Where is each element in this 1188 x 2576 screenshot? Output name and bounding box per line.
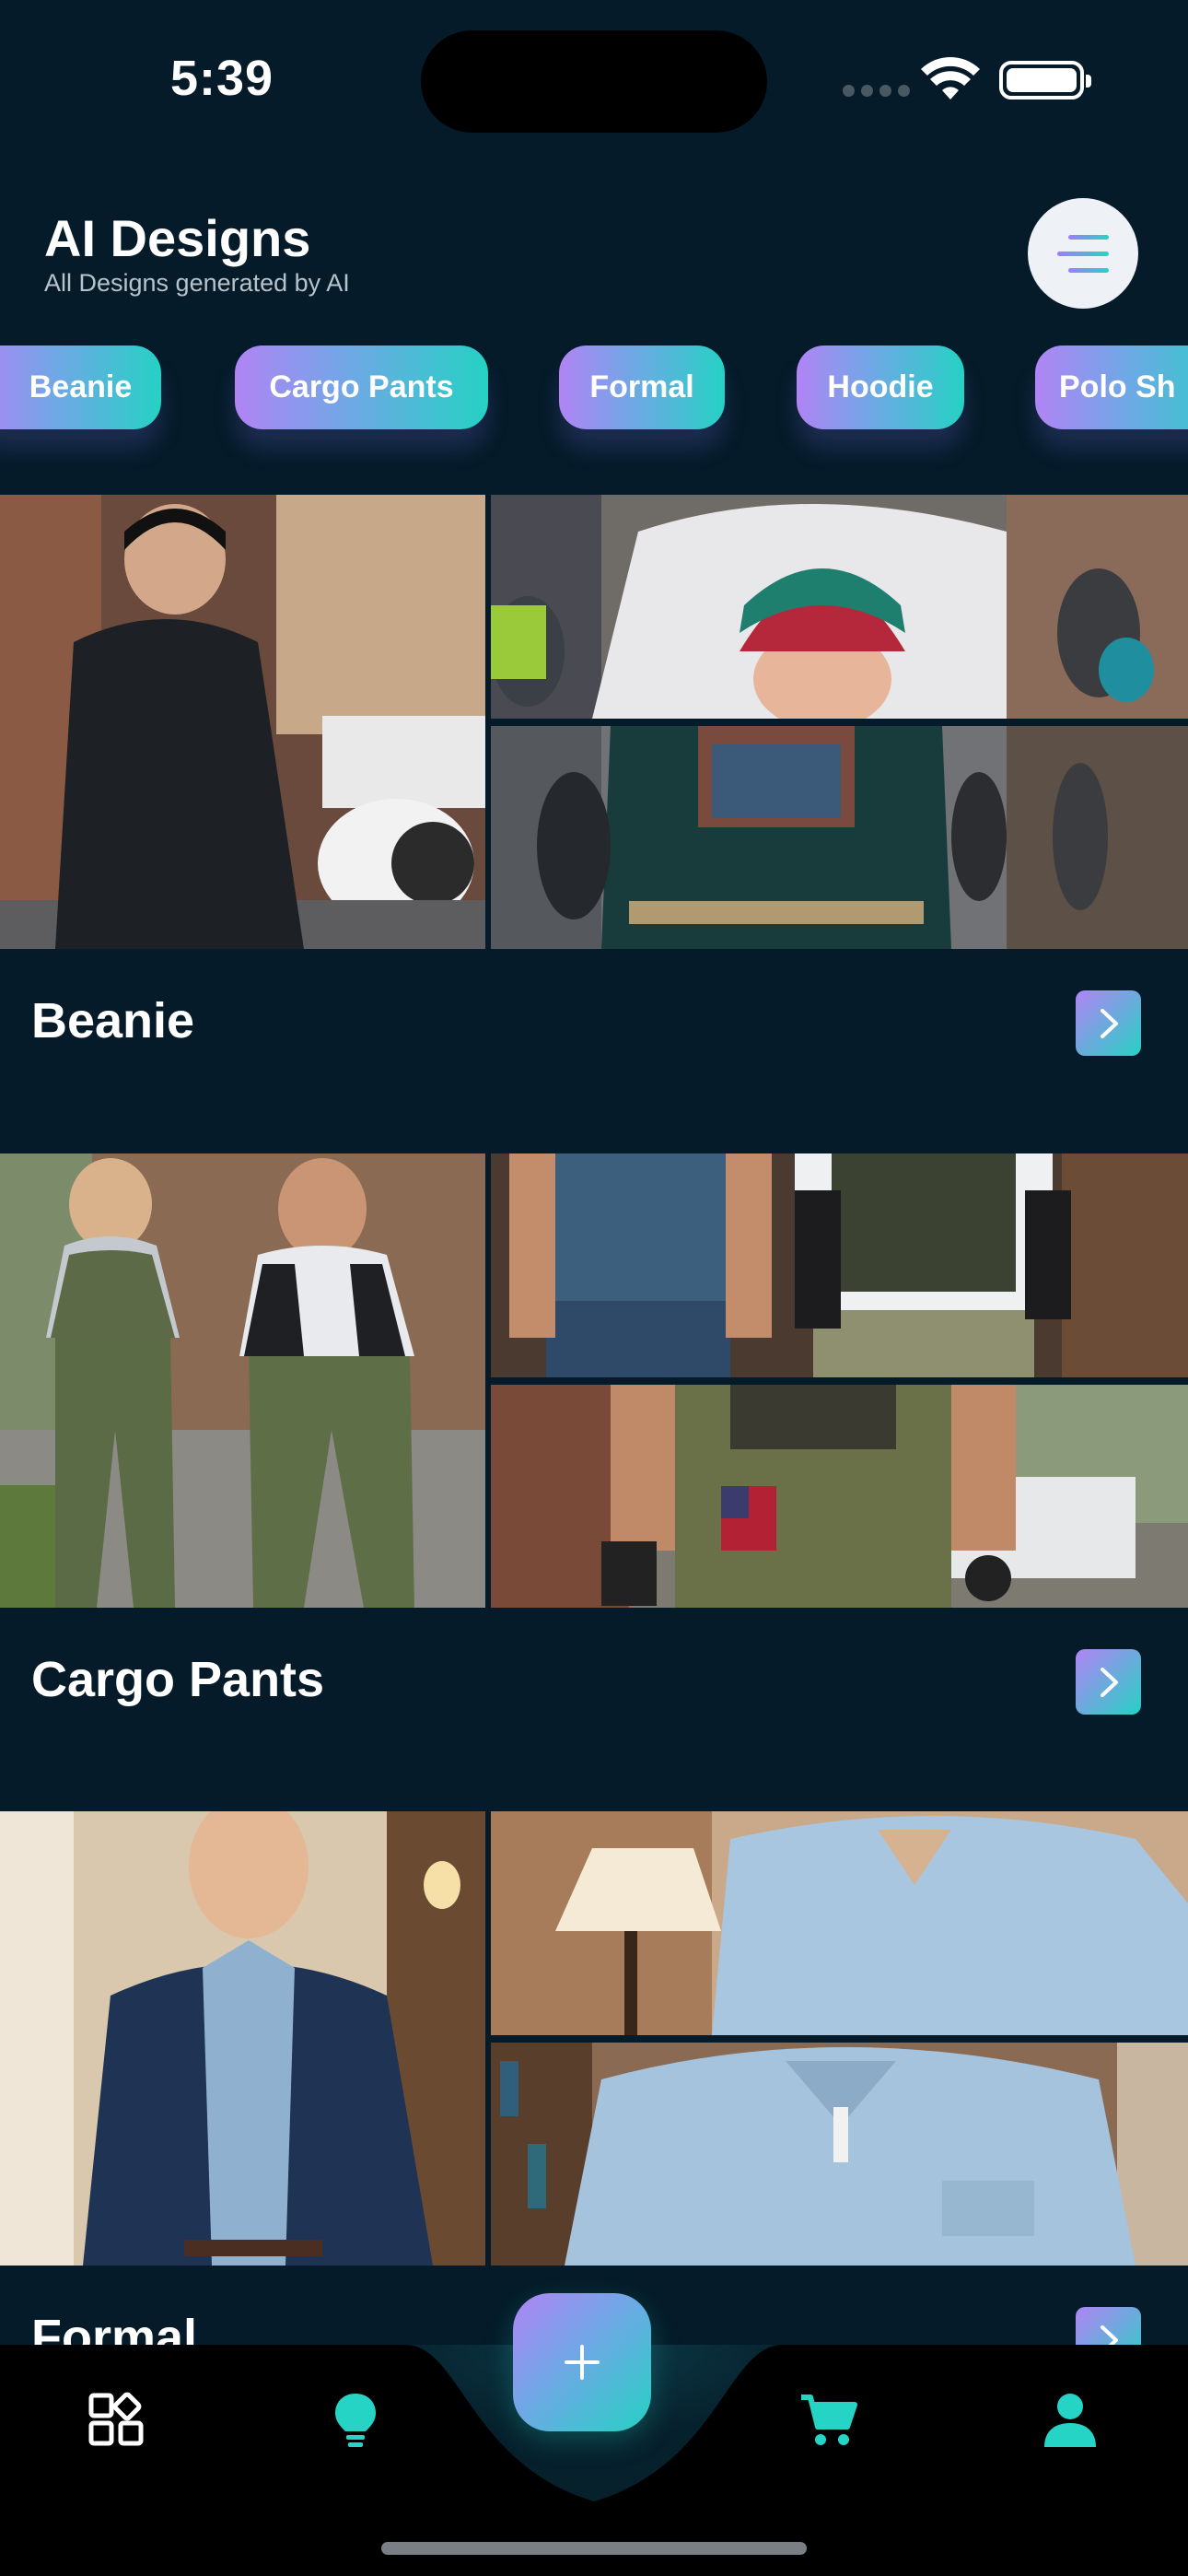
add-design-button[interactable]	[513, 2293, 651, 2431]
wifi-icon	[921, 57, 980, 100]
open-beanie-button[interactable]	[1076, 990, 1141, 1056]
cellular-signal-icon	[843, 85, 910, 97]
status-time: 5:39	[170, 51, 274, 106]
design-image[interactable]	[0, 1811, 485, 2266]
chip-formal[interactable]: Formal	[559, 345, 725, 429]
design-image[interactable]	[491, 1153, 1188, 1377]
page-subtitle: All Designs generated by AI	[44, 269, 350, 297]
design-card-beanie[interactable]: Beanie	[0, 495, 1188, 1084]
plus-icon	[565, 2345, 600, 2380]
grid-icon[interactable]	[87, 2390, 146, 2449]
design-image[interactable]	[491, 1811, 1188, 2035]
card-image-grid	[0, 1153, 1188, 1608]
chip-cargo-pants[interactable]: Cargo Pants	[235, 345, 488, 429]
user-icon[interactable]	[1041, 2390, 1100, 2449]
chip-hoodie[interactable]: Hoodie	[797, 345, 964, 429]
card-image-grid	[0, 1811, 1188, 2266]
card-image-grid	[0, 495, 1188, 949]
design-image[interactable]	[0, 495, 485, 949]
chip-polo-shirt[interactable]: Polo Sh	[1035, 345, 1188, 429]
design-image[interactable]	[0, 1153, 485, 1608]
design-image[interactable]	[491, 726, 1188, 949]
cart-icon[interactable]	[799, 2390, 858, 2449]
battery-icon	[999, 61, 1091, 100]
design-image[interactable]	[491, 2043, 1188, 2266]
design-image[interactable]	[491, 495, 1188, 719]
home-indicator	[381, 2542, 807, 2555]
chip-beanie[interactable]: Beanie	[0, 345, 161, 429]
category-chips: Beanie Cargo Pants Formal Hoodie Polo Sh	[0, 345, 1188, 433]
dynamic-island	[421, 30, 767, 133]
menu-icon	[1068, 234, 1109, 240]
chevron-right-icon	[1100, 1667, 1118, 1697]
card-title: Cargo Pants	[31, 1652, 325, 1707]
lightbulb-icon[interactable]	[326, 2390, 385, 2449]
design-image[interactable]	[491, 1385, 1188, 1608]
card-title: Beanie	[31, 993, 195, 1048]
open-cargo-pants-button[interactable]	[1076, 1649, 1141, 1715]
menu-button[interactable]	[1028, 198, 1138, 309]
chevron-right-icon	[1100, 1008, 1118, 1038]
page-title: AI Designs	[44, 209, 311, 267]
design-card-cargo-pants[interactable]: Cargo Pants	[0, 1153, 1188, 1743]
